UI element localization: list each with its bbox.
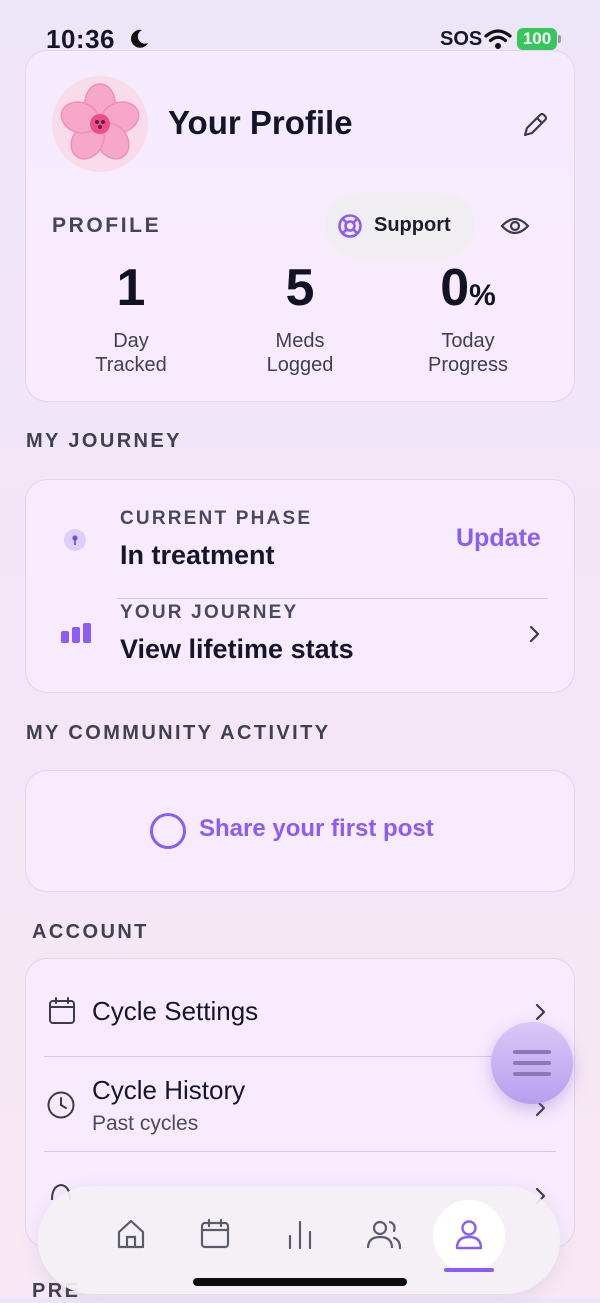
phase-value: In treatment bbox=[120, 540, 275, 570]
cycle-history-link[interactable]: Cycle History bbox=[92, 1075, 245, 1106]
phase-kicker: CURRENT PHASE bbox=[120, 508, 313, 529]
stat-days-label: Day Tracked bbox=[56, 329, 206, 377]
moon-icon bbox=[131, 29, 148, 48]
stat-days-label-line2: Tracked bbox=[95, 354, 167, 376]
journey-stats-kicker: YOUR JOURNEY bbox=[120, 602, 299, 623]
stat-meds-label-line2: Logged bbox=[266, 354, 334, 376]
wifi-icon bbox=[484, 29, 512, 49]
stat-progress-label-line1: Today bbox=[441, 330, 495, 352]
chevron-right-icon[interactable] bbox=[534, 1002, 548, 1022]
menu-icon-line bbox=[513, 1050, 551, 1054]
stat-progress-label-line2: Progress bbox=[427, 354, 509, 376]
lifebuoy-icon bbox=[338, 214, 362, 238]
menu-fab-button[interactable] bbox=[491, 1022, 573, 1104]
pin-icon bbox=[64, 529, 86, 551]
tab-calendar[interactable] bbox=[199, 1218, 231, 1250]
account-section-label: ACCOUNT bbox=[32, 921, 149, 943]
stat-progress-number: 0 bbox=[440, 259, 470, 317]
update-phase-button[interactable]: Update bbox=[456, 524, 541, 553]
circle-icon bbox=[150, 813, 186, 849]
lifetime-stats-link[interactable]: View lifetime stats bbox=[120, 634, 354, 665]
support-label: Support bbox=[374, 214, 451, 236]
battery-tip bbox=[558, 35, 561, 43]
stat-meds-value: 5 bbox=[285, 259, 315, 317]
flower-icon bbox=[60, 83, 140, 160]
community-section-label: MY COMMUNITY ACTIVITY bbox=[26, 722, 331, 744]
profile-section-label: PROFILE bbox=[52, 214, 162, 237]
status-sos: SOS bbox=[440, 28, 483, 50]
account-divider bbox=[44, 1151, 556, 1152]
stat-meds-label-line1: Meds bbox=[275, 330, 325, 352]
chevron-right-icon[interactable] bbox=[528, 624, 542, 644]
stat-progress-unit: % bbox=[469, 279, 496, 312]
bar-chart-icon bbox=[61, 623, 91, 643]
stat-days-value: 1 bbox=[116, 259, 146, 317]
clock-icon bbox=[47, 1091, 75, 1119]
share-first-post-button[interactable]: Share your first post bbox=[199, 815, 434, 843]
tab-active-indicator bbox=[444, 1268, 494, 1272]
calendar-icon bbox=[49, 997, 75, 1024]
tab-stats[interactable] bbox=[285, 1218, 315, 1250]
tab-profile[interactable] bbox=[453, 1218, 485, 1250]
cycle-settings-link[interactable]: Cycle Settings bbox=[92, 996, 258, 1027]
edit-pencil-icon[interactable] bbox=[520, 110, 550, 140]
battery-indicator: 100 bbox=[517, 28, 557, 50]
account-divider bbox=[44, 1056, 556, 1057]
eye-icon[interactable] bbox=[500, 214, 530, 238]
cycle-history-subtitle: Past cycles bbox=[92, 1112, 199, 1135]
stat-progress-value: 0% bbox=[393, 258, 543, 318]
avatar[interactable] bbox=[52, 76, 148, 172]
journey-divider bbox=[117, 598, 548, 599]
home-indicator[interactable] bbox=[193, 1278, 407, 1286]
tab-community[interactable] bbox=[366, 1218, 402, 1250]
journey-section-label: MY JOURNEY bbox=[26, 430, 182, 452]
stat-days-label-line1: Day bbox=[113, 330, 149, 352]
menu-icon-line bbox=[513, 1072, 551, 1076]
page-title: Your Profile bbox=[168, 104, 353, 141]
stat-meds-label: Meds Logged bbox=[225, 329, 375, 377]
tab-home[interactable] bbox=[115, 1218, 147, 1250]
menu-icon-line bbox=[513, 1061, 551, 1065]
stat-progress-label: Today Progress bbox=[393, 329, 543, 377]
